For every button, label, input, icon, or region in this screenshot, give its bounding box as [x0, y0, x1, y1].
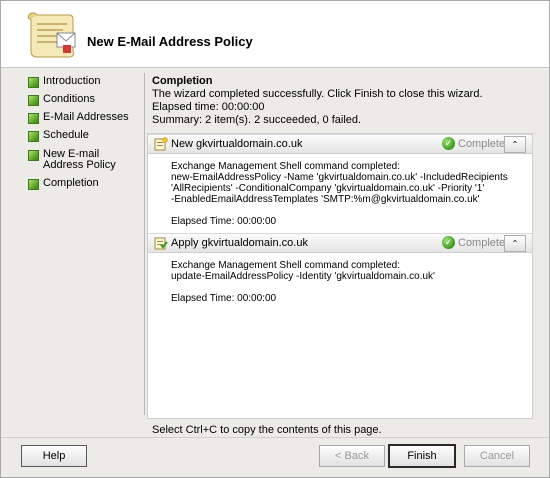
- wizard-header: New E-Mail Address Policy: [1, 1, 549, 68]
- copy-hint: Select Ctrl+C to copy the contents of th…: [152, 424, 382, 436]
- check-icon: ✓: [442, 137, 455, 150]
- page-heading: Completion: [152, 75, 213, 87]
- step-email-addresses: E-Mail Addresses: [28, 112, 140, 124]
- step-label: New E-mail Address Policy: [43, 148, 116, 171]
- elapsed-time: Elapsed time: 00:00:00: [152, 101, 265, 113]
- task-item: Apply gkvirtualdomain.co.uk ✓ Completed …: [148, 233, 532, 304]
- step-label: E-Mail Addresses: [43, 111, 129, 123]
- task-item: New gkvirtualdomain.co.uk ✓ Completed ⌃ …: [148, 134, 532, 227]
- task-title: New gkvirtualdomain.co.uk: [171, 138, 303, 150]
- wizard-scroll-icon: [27, 12, 76, 58]
- step-complete-icon: [28, 77, 39, 88]
- help-button[interactable]: Help: [21, 445, 87, 467]
- task-output: Exchange Management Shell command comple…: [148, 253, 532, 304]
- summary-text: Summary: 2 item(s). 2 succeeded, 0 faile…: [152, 114, 362, 126]
- step-label: Introduction: [43, 75, 101, 87]
- task-elapsed: Elapsed Time: 00:00:00: [171, 216, 277, 227]
- check-icon: ✓: [442, 236, 455, 249]
- step-label: Conditions: [43, 93, 95, 105]
- task-output: Exchange Management Shell command comple…: [148, 154, 532, 227]
- step-schedule: Schedule: [28, 130, 140, 142]
- completion-summary: Completion The wizard completed successf…: [152, 75, 532, 127]
- wizard-title: New E-Mail Address Policy: [87, 34, 253, 49]
- output-line: update-EmailAddressPolicy -Identity 'gkv…: [171, 271, 435, 282]
- output-line: Exchange Management Shell command comple…: [171, 161, 401, 172]
- step-complete-icon: [28, 95, 39, 106]
- button-bar-divider: [1, 437, 549, 438]
- output-line: Exchange Management Shell command comple…: [171, 260, 401, 271]
- finish-button[interactable]: Finish: [388, 444, 456, 468]
- output-line: -EnabledEmailAddressTemplates 'SMTP:%m@g…: [171, 194, 480, 205]
- step-label: Completion: [43, 177, 99, 189]
- step-new-email-address-policy: New E-mail Address Policy: [28, 149, 128, 171]
- step-introduction: Introduction: [28, 76, 140, 88]
- output-line: new-EmailAddressPolicy -Name 'gkvirtuald…: [171, 172, 508, 183]
- cancel-button[interactable]: Cancel: [464, 445, 530, 467]
- step-conditions: Conditions: [28, 94, 140, 106]
- step-complete-icon: [28, 179, 39, 190]
- back-button[interactable]: < Back: [319, 445, 385, 467]
- task-elapsed: Elapsed Time: 00:00:00: [171, 293, 277, 304]
- task-header: New gkvirtualdomain.co.uk ✓ Completed ⌃: [148, 134, 532, 154]
- wizard-window: New E-Mail Address Policy Introduction C…: [0, 0, 550, 478]
- output-line: 'AllRecipients' -ConditionalCompany 'gkv…: [171, 183, 485, 194]
- step-completion: Completion: [28, 178, 140, 190]
- completion-message: The wizard completed successfully. Click…: [152, 88, 483, 100]
- results-panel[interactable]: New gkvirtualdomain.co.uk ✓ Completed ⌃ …: [147, 133, 533, 419]
- step-complete-icon: [28, 131, 39, 142]
- step-complete-icon: [28, 113, 39, 124]
- collapse-button[interactable]: ⌃: [504, 136, 526, 153]
- sidebar-divider: [144, 73, 145, 415]
- collapse-button[interactable]: ⌃: [504, 235, 526, 252]
- new-policy-icon: [154, 137, 168, 151]
- step-complete-icon: [28, 150, 39, 161]
- task-header: Apply gkvirtualdomain.co.uk ✓ Completed …: [148, 233, 532, 253]
- apply-policy-icon: [154, 237, 168, 250]
- step-label: Schedule: [43, 129, 89, 141]
- task-title: Apply gkvirtualdomain.co.uk: [171, 237, 308, 249]
